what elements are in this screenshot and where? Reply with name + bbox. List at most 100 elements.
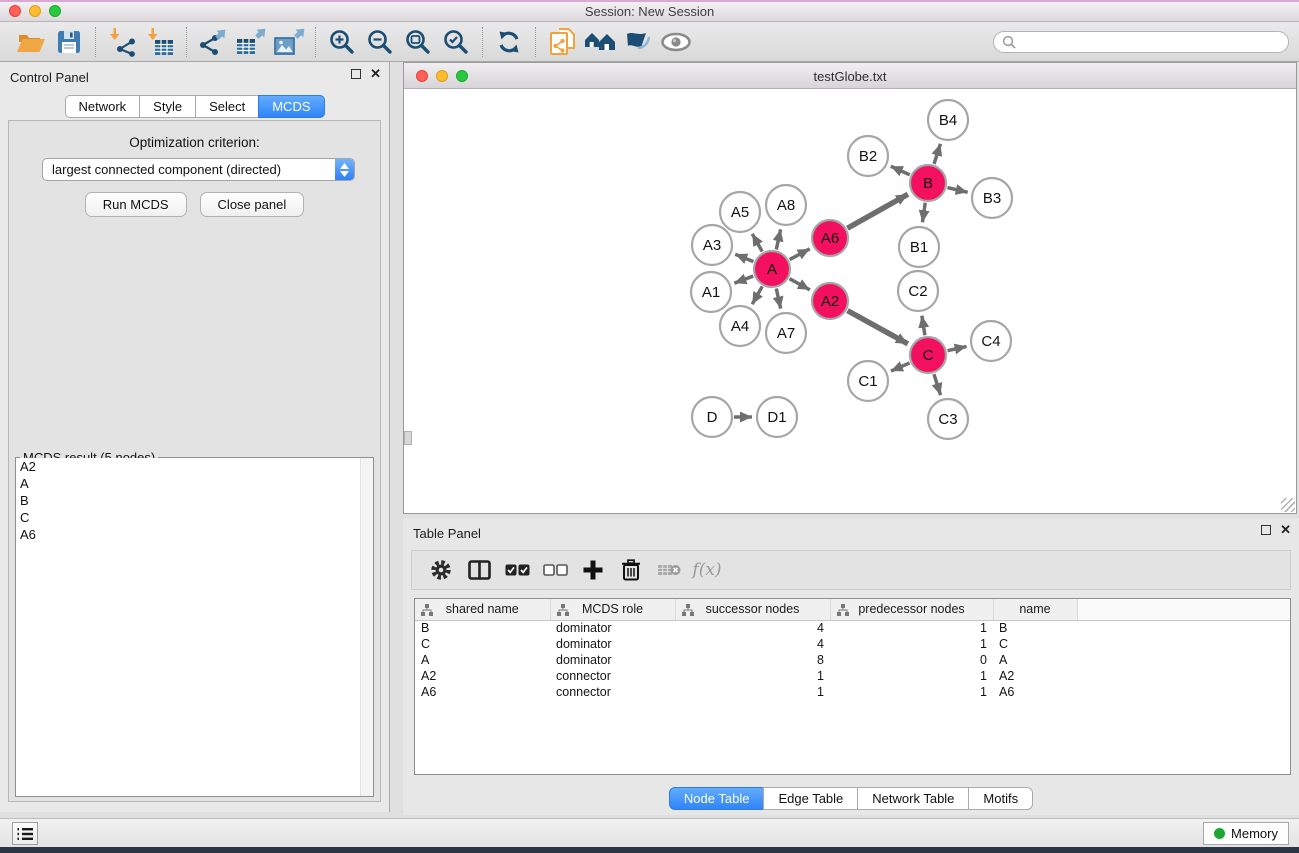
graph-edge-C-C1[interactable]	[891, 363, 910, 371]
graph-node-B1[interactable]: B1	[899, 227, 939, 267]
run-mcds-button[interactable]: Run MCDS	[85, 192, 187, 217]
graph-node-A1[interactable]: A1	[691, 272, 731, 312]
graph-edge-A2-C[interactable]	[848, 311, 908, 344]
mcds-result-item[interactable]: B	[16, 492, 373, 509]
graph-node-C4[interactable]: C4	[971, 321, 1011, 361]
select-all-columns-icon[interactable]	[498, 553, 536, 587]
graph-node-A7[interactable]: A7	[766, 313, 806, 353]
save-session-icon[interactable]	[50, 25, 88, 59]
table-settings-gear-icon[interactable]	[422, 553, 460, 587]
add-row-plus-icon[interactable]	[574, 553, 612, 587]
task-history-list-icon[interactable]	[12, 822, 38, 845]
graph-node-A6[interactable]: A6	[812, 220, 848, 256]
column-header-name[interactable]: name	[993, 599, 1077, 620]
graph-node-A4[interactable]: A4	[720, 306, 760, 346]
network-canvas[interactable]: B4 B2 B B3 A5A8A6 B1 A3 A C2 A1 A2 A4A7 C4 C C1 C3 D D1	[404, 89, 1296, 513]
flag-icon[interactable]	[619, 25, 657, 59]
graph-node-A5[interactable]: A5	[720, 192, 760, 232]
tab-style[interactable]: Style	[139, 95, 196, 118]
refresh-icon[interactable]	[490, 25, 528, 59]
table-row[interactable]: Bdominator41B	[415, 620, 1290, 636]
table-row[interactable]: Adominator80A	[415, 652, 1290, 668]
eye-icon[interactable]	[657, 25, 695, 59]
criterion-select[interactable]: largest connected component (directed)	[42, 158, 355, 181]
table-row[interactable]: A6connector11A6	[415, 684, 1290, 700]
graph-node-C2[interactable]: C2	[898, 271, 938, 311]
graph-node-B2[interactable]: B2	[848, 136, 888, 176]
network-side-handle[interactable]	[404, 431, 412, 445]
graph-edge-A-A5[interactable]	[752, 234, 762, 252]
export-table-icon[interactable]	[232, 25, 270, 59]
export-image-icon[interactable]	[270, 25, 308, 59]
split-view-icon[interactable]	[460, 553, 498, 587]
double-home-icon[interactable]	[581, 25, 619, 59]
tab-mcds[interactable]: MCDS	[258, 95, 324, 118]
graph-node-A2[interactable]: A2	[812, 283, 848, 319]
memory-button[interactable]: Memory	[1203, 822, 1289, 845]
export-network-icon[interactable]	[194, 25, 232, 59]
graph-node-C1[interactable]: C1	[848, 361, 888, 401]
column-header-shared-name[interactable]: shared name	[415, 599, 550, 620]
graph-edge-B-B1[interactable]	[922, 203, 925, 222]
tab-select[interactable]: Select	[195, 95, 259, 118]
mcds-result-item[interactable]: A	[16, 475, 373, 492]
delete-rows-trash-icon[interactable]	[612, 553, 650, 587]
close-panel-button[interactable]: Close panel	[200, 192, 305, 217]
graph-edge-C-C4[interactable]	[948, 346, 967, 350]
close-panel-icon[interactable]: ✕	[1280, 525, 1291, 535]
graph-node-A8[interactable]: A8	[766, 185, 806, 225]
graph-node-A[interactable]: A	[754, 251, 790, 287]
float-panel-icon[interactable]	[1261, 525, 1271, 535]
graph-edge-A6-B[interactable]	[847, 194, 908, 228]
graph-edge-A-A7[interactable]	[776, 289, 780, 309]
column-header-successor-nodes[interactable]: successor nodes	[675, 599, 830, 620]
graph-edge-A-A6[interactable]	[790, 249, 810, 260]
mcds-list-scrollbar[interactable]	[360, 458, 373, 796]
table-row[interactable]: Cdominator41C	[415, 636, 1290, 652]
open-file-icon[interactable]	[12, 25, 50, 59]
import-table-icon[interactable]	[141, 25, 179, 59]
tab-node-table[interactable]: Node Table	[669, 787, 765, 810]
tab-motifs[interactable]: Motifs	[968, 787, 1033, 810]
graph-edge-B-B4[interactable]	[934, 144, 940, 164]
graph-node-A3[interactable]: A3	[692, 225, 732, 265]
zoom-in-icon[interactable]	[323, 25, 361, 59]
graph-edge-A-A2[interactable]	[790, 279, 810, 290]
graph-edge-C-C2[interactable]	[922, 316, 925, 336]
graph-node-C3[interactable]: C3	[928, 399, 968, 439]
graph-edge-C-C3[interactable]	[934, 374, 941, 395]
close-panel-icon[interactable]: ✕	[370, 69, 381, 79]
mcds-result-item[interactable]: A6	[16, 526, 373, 543]
zoom-fit-icon[interactable]	[399, 25, 437, 59]
graph-node-B4[interactable]: B4	[928, 100, 968, 140]
tab-network-table[interactable]: Network Table	[857, 787, 969, 810]
mcds-result-item[interactable]: A2	[16, 458, 373, 475]
graph-edge-B-B2[interactable]	[891, 166, 910, 175]
float-panel-icon[interactable]	[351, 69, 361, 79]
tab-edge-table[interactable]: Edge Table	[763, 787, 858, 810]
tab-network[interactable]: Network	[64, 95, 140, 118]
graph-node-C[interactable]: C	[910, 337, 946, 373]
graph-node-D[interactable]: D	[692, 397, 732, 437]
graph-edge-A-A1[interactable]	[734, 276, 753, 283]
zoom-selected-icon[interactable]	[437, 25, 475, 59]
graph-edge-A-A8[interactable]	[776, 229, 780, 249]
column-header-predecessor-nodes[interactable]: predecessor nodes	[830, 599, 993, 620]
graph-node-B[interactable]: B	[910, 165, 946, 201]
table-row[interactable]: A2connector11A2	[415, 668, 1290, 684]
deselect-all-columns-icon[interactable]	[536, 553, 574, 587]
graph-edge-A-A3[interactable]	[735, 254, 753, 261]
mcds-result-item[interactable]: C	[16, 509, 373, 526]
table-cell: 1	[830, 668, 993, 684]
resize-grip-icon[interactable]	[1281, 498, 1295, 512]
network-document-icon[interactable]	[543, 25, 581, 59]
zoom-out-icon[interactable]	[361, 25, 399, 59]
search-input[interactable]	[1020, 35, 1280, 49]
graph-node-B3[interactable]: B3	[972, 178, 1012, 218]
import-network-icon[interactable]	[103, 25, 141, 59]
graph-edge-B-B3[interactable]	[947, 188, 967, 193]
graph-node-D1[interactable]: D1	[757, 397, 797, 437]
column-header-mcds-role[interactable]: MCDS role	[550, 599, 675, 620]
graph-edge-A-A4[interactable]	[752, 286, 762, 304]
control-panel-tabs: Network Style Select MCDS	[64, 95, 324, 118]
